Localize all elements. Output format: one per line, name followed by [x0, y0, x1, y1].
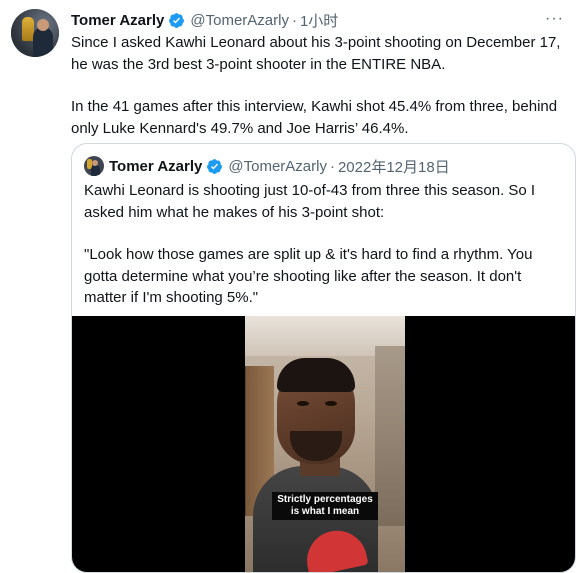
quoted-tweet-date: 2022年12月18日 [337, 158, 450, 176]
separator-dot: · [329, 157, 335, 175]
video-caption-line-1: Strictly percentages [277, 494, 373, 505]
video-door [375, 346, 405, 526]
video-frame: Strictly percentages is what I mean [245, 316, 405, 572]
avatar-person [33, 27, 53, 57]
quoted-avatar-head [92, 160, 98, 166]
author-avatar[interactable] [11, 9, 59, 57]
video-person-eye [325, 401, 337, 406]
tweet-header: Tomer Azarly @TomerAzarly · 1小时 [71, 10, 338, 30]
tweet-paragraph-1: Since I asked Kawhi Leonard about his 3-… [71, 34, 561, 73]
quoted-tweet-header: Tomer Azarly @TomerAzarly · 2022年12月18日 [84, 156, 450, 176]
quoted-paragraph-1: Kawhi Leonard is shooting just 10-of-43 … [84, 182, 536, 221]
quoted-tweet-text: Kawhi Leonard is shooting just 10-of-43 … [84, 180, 564, 309]
quoted-author-avatar [84, 156, 104, 176]
quoted-paragraph-2: "Look how those games are split up & it'… [84, 246, 533, 306]
video-caption: Strictly percentages is what I mean [272, 492, 378, 520]
author-name[interactable]: Tomer Azarly [71, 12, 164, 29]
verified-badge-icon [169, 12, 185, 28]
video-player[interactable]: Strictly percentages is what I mean [72, 316, 575, 572]
author-handle[interactable]: @TomerAzarly [190, 12, 289, 29]
quoted-author-handle: @TomerAzarly [228, 157, 327, 175]
separator-dot: · [291, 11, 297, 29]
verified-badge-icon [207, 158, 223, 174]
tweet-paragraph-2: In the 41 games after this interview, Ka… [71, 98, 558, 137]
video-caption-line-2: is what I mean [290, 506, 360, 517]
video-person-eye [297, 401, 309, 406]
tweet-text: Since I asked Kawhi Leonard about his 3-… [71, 32, 571, 139]
quoted-author-name: Tomer Azarly [109, 157, 203, 175]
quoted-avatar-person [91, 165, 100, 176]
more-horizontal-icon[interactable]: ··· [545, 10, 564, 28]
tweet-time[interactable]: 1小时 [300, 10, 338, 31]
video-person-hair [277, 358, 355, 392]
quoted-tweet[interactable]: Tomer Azarly @TomerAzarly · 2022年12月18日 … [71, 143, 576, 573]
avatar-head [37, 19, 49, 31]
